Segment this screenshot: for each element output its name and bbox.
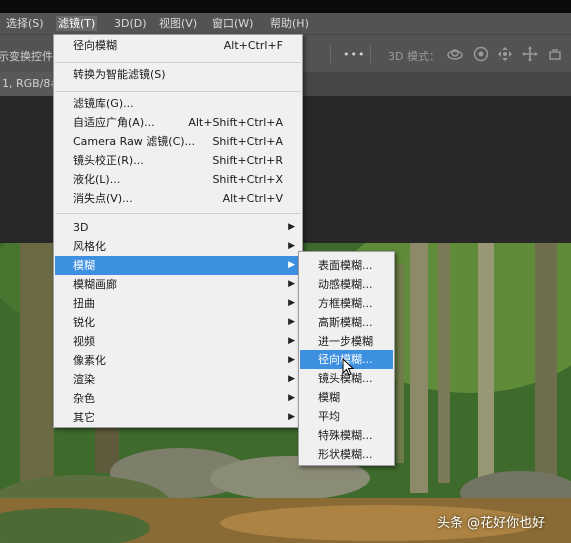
menu-divider [55,91,301,92]
menu-3d[interactable]: 3D(D) [112,16,149,31]
menu-window[interactable]: 窗口(W) [210,16,255,31]
menu-bar: 选择(S) 滤镜(T) 3D(D) 视图(V) 窗口(W) 帮助(H) [0,13,571,34]
submenu-arrow-icon: ▶ [288,260,295,270]
more-options-button[interactable]: ••• [343,48,365,61]
menu-item-stylize[interactable]: 风格化 ▶ [55,237,301,256]
menu-item-sharpen[interactable]: 锐化 ▶ [55,313,301,332]
menu-item-blur-gallery[interactable]: 模糊画廊 ▶ [55,275,301,294]
separator [330,45,331,63]
menu-item-convert-smart-filter[interactable]: 转换为智能滤镜(S) [55,65,301,84]
submenu-item-shape-blur[interactable]: 形状模糊... [300,445,393,464]
menu-item-3d[interactable]: 3D ▶ [55,218,301,237]
menu-item-camera-raw[interactable]: Camera Raw 滤镜(C)... Shift+Ctrl+A [55,132,301,151]
separator [370,45,371,63]
submenu-arrow-icon: ▶ [288,393,295,403]
submenu-arrow-icon: ▶ [288,279,295,289]
watermark-text: 头条 @花好你也好 [437,516,546,531]
3d-orbit-icon[interactable] [446,45,464,63]
3d-mode-label: 3D 模式： [388,50,440,63]
submenu-item-average[interactable]: 平均 [300,407,393,426]
show-transform-controls-label[interactable]: 示变换控件 [0,48,53,64]
submenu-item-blur[interactable]: 模糊 [300,388,393,407]
submenu-arrow-icon: ▶ [288,241,295,251]
submenu-arrow-icon: ▶ [288,336,295,346]
submenu-arrow-icon: ▶ [288,317,295,327]
menu-help[interactable]: 帮助(H) [268,16,311,31]
3d-drag-icon[interactable] [496,45,514,63]
submenu-item-surface-blur[interactable]: 表面模糊... [300,256,393,275]
menu-select[interactable]: 选择(S) [4,16,46,31]
menu-item-other[interactable]: 其它 ▶ [55,408,301,427]
menu-divider [55,62,301,63]
mouse-pointer-icon [342,357,355,379]
menu-view[interactable]: 视图(V) [157,16,199,31]
submenu-arrow-icon: ▶ [288,298,295,308]
submenu-arrow-icon: ▶ [288,374,295,384]
menu-item-adaptive-wide-angle[interactable]: 自适应广角(A)... Alt+Shift+Ctrl+A [55,113,301,132]
menu-item-last-filter[interactable]: 径向模糊 Alt+Ctrl+F [55,36,301,55]
submenu-item-blur-more[interactable]: 进一步模糊 [300,332,393,351]
3d-slide-icon[interactable] [521,45,539,63]
menu-filter[interactable]: 滤镜(T) [56,16,98,31]
submenu-arrow-icon: ▶ [288,355,295,365]
submenu-item-box-blur[interactable]: 方框模糊... [300,294,393,313]
menu-item-render[interactable]: 渲染 ▶ [55,370,301,389]
menu-item-lens-correction[interactable]: 镜头校正(R)... Shift+Ctrl+R [55,151,301,170]
3d-roll-icon[interactable] [472,45,490,63]
menu-item-video[interactable]: 视频 ▶ [55,332,301,351]
submenu-item-gaussian-blur[interactable]: 高斯模糊... [300,313,393,332]
submenu-arrow-icon: ▶ [288,222,295,232]
submenu-item-motion-blur[interactable]: 动感模糊... [300,275,393,294]
menu-divider [55,213,301,214]
filter-menu: 径向模糊 Alt+Ctrl+F 转换为智能滤镜(S) 滤镜库(G)... 自适应广… [53,34,303,428]
title-strip [0,0,571,13]
submenu-item-smart-blur[interactable]: 特殊模糊... [300,426,393,445]
menu-item-distort[interactable]: 扭曲 ▶ [55,294,301,313]
submenu-arrow-icon: ▶ [288,412,295,422]
menu-item-pixelate[interactable]: 像素化 ▶ [55,351,301,370]
menu-item-noise[interactable]: 杂色 ▶ [55,389,301,408]
menu-item-blur[interactable]: 模糊 ▶ [55,256,301,275]
menu-item-filter-gallery[interactable]: 滤镜库(G)... [55,94,301,113]
menu-item-liquify[interactable]: 液化(L)... Shift+Ctrl+X [55,170,301,189]
3d-scale-icon[interactable] [546,45,564,63]
menu-item-vanishing-point[interactable]: 消失点(V)... Alt+Ctrl+V [55,189,301,208]
